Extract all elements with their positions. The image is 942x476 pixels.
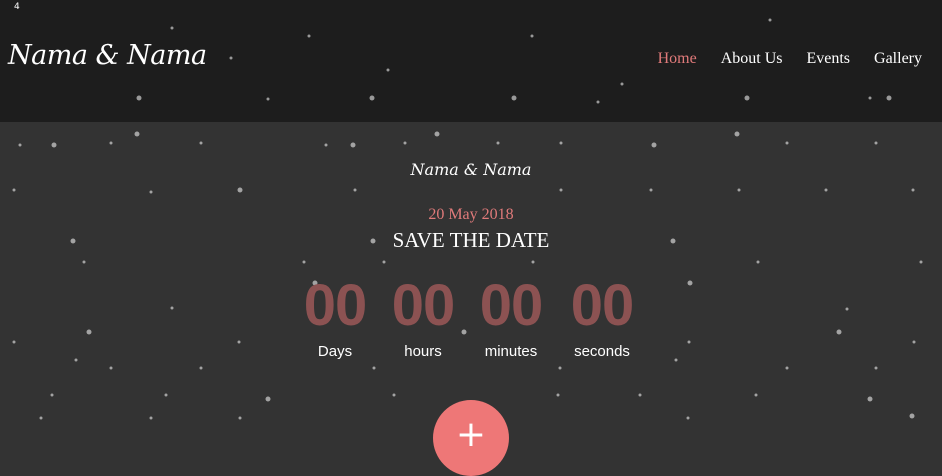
add-button[interactable]: + — [433, 400, 509, 476]
countdown-seconds-value: 00 — [570, 273, 635, 338]
save-the-date-section: Nama & Nama 20 May 2018 SAVE THE DATE 00… — [0, 122, 942, 435]
countdown-days-label: Days — [317, 343, 353, 360]
countdown-minutes: 00 minutes — [466, 272, 556, 360]
countdown-seconds-label: seconds — [574, 343, 630, 360]
main-nav: Home About Us Events Gallery — [658, 50, 922, 68]
countdown-hours-label: hours — [404, 343, 442, 360]
nav-gallery[interactable]: Gallery — [874, 50, 922, 68]
section-logo: Nama & Nama — [410, 160, 532, 179]
site-logo[interactable]: Nama & Nama — [8, 40, 207, 71]
countdown-days: 00 Days — [290, 272, 380, 360]
corner-mark: 4 — [14, 2, 20, 12]
countdown-hours: 00 hours — [378, 272, 468, 360]
site-header: 4 Nama & Nama Home About Us Events Galle… — [0, 0, 942, 122]
countdown-minutes-label: minutes — [484, 343, 538, 360]
countdown-minutes-value: 00 — [479, 273, 544, 338]
countdown-seconds: 00 seconds — [557, 272, 647, 360]
nav-events[interactable]: Events — [806, 50, 850, 68]
wedding-date: 20 May 2018 — [428, 206, 514, 223]
countdown-hours-value: 00 — [391, 273, 456, 338]
nav-about-us[interactable]: About Us — [721, 50, 783, 68]
save-the-date-heading: SAVE THE DATE — [392, 228, 550, 252]
plus-icon: + — [455, 414, 487, 455]
nav-home[interactable]: Home — [658, 50, 697, 68]
countdown-days-value: 00 — [303, 273, 368, 338]
